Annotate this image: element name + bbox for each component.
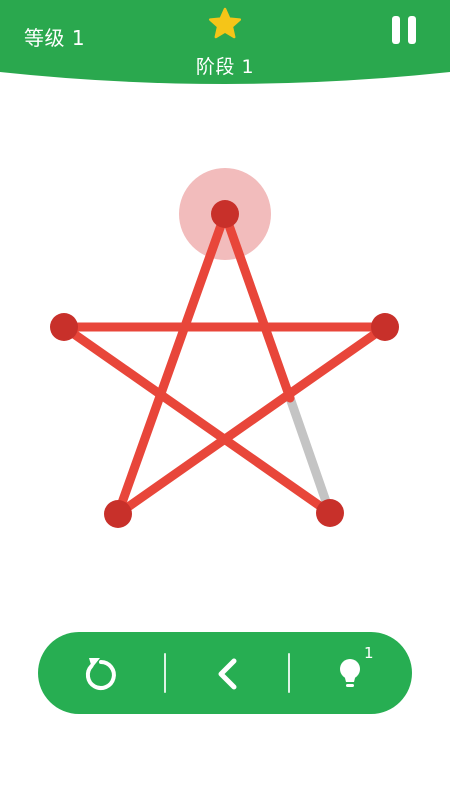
node-left[interactable] xyxy=(50,313,78,341)
back-button[interactable] xyxy=(196,643,256,703)
node-bottom-right[interactable] xyxy=(316,499,344,527)
drawn-segment xyxy=(59,322,335,518)
restart-button[interactable] xyxy=(71,643,131,703)
node-top[interactable] xyxy=(211,200,239,228)
chevron-left-icon xyxy=(218,658,237,690)
toolbar-divider xyxy=(164,653,166,693)
restart-icon xyxy=(85,658,116,690)
drawn-segment xyxy=(113,209,230,519)
node-right[interactable] xyxy=(371,313,399,341)
game-screen: 等级 1 阶段 1 1 xyxy=(0,0,450,800)
toolbar-divider xyxy=(288,653,290,693)
node-bottom-left[interactable] xyxy=(104,500,132,528)
bottom-toolbar: 1 xyxy=(38,632,412,714)
hint-count-badge: 1 xyxy=(364,644,374,662)
drawn-segment xyxy=(113,322,390,519)
